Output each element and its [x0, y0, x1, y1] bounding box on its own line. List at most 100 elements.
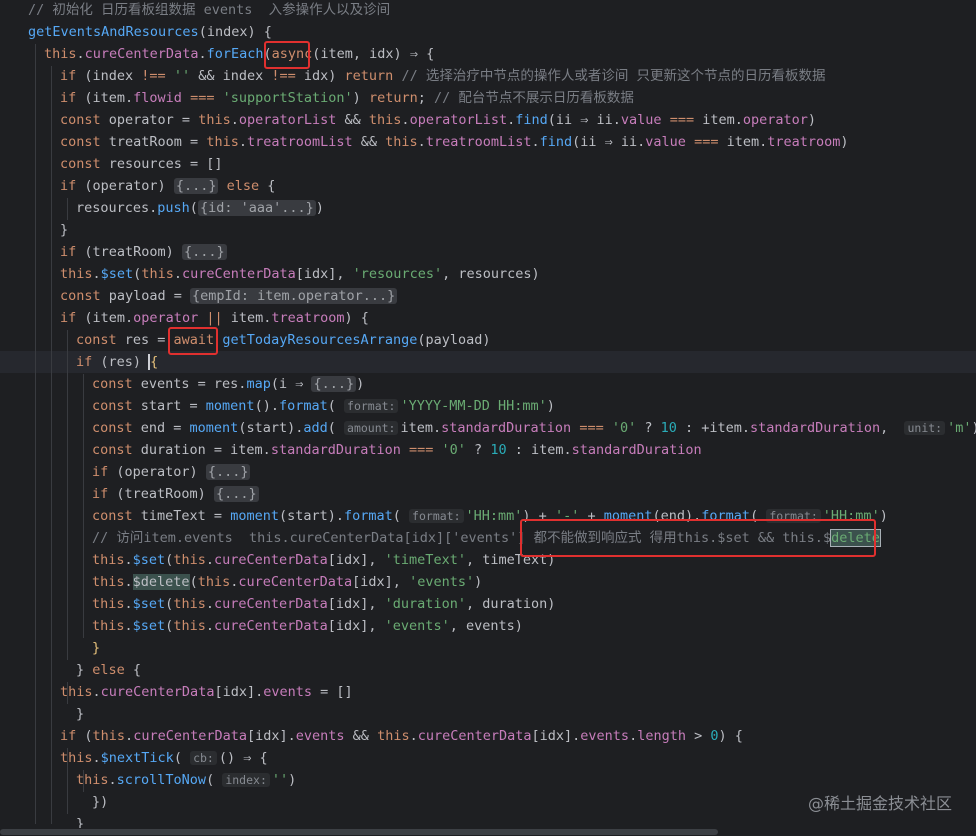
code-line[interactable]: const payload = {empId: item.operator...…: [60, 285, 398, 307]
folded-region[interactable]: {...}: [205, 464, 251, 480]
code-line[interactable]: if (treatRoom) {...}: [92, 483, 259, 505]
code-line[interactable]: this.scrollToNow( index: ''): [76, 769, 296, 791]
keyword-token: const: [76, 332, 117, 348]
code-token: ): [879, 508, 888, 524]
code-line[interactable]: const treatRoom = this.treatroomList && …: [60, 131, 849, 153]
indent-guide: [83, 374, 84, 638]
code-line[interactable]: }): [92, 791, 108, 813]
code-line[interactable]: getEventsAndResources(index) {: [28, 21, 272, 43]
code-line[interactable]: this.$set(this.cureCenterData[idx], 'eve…: [92, 615, 523, 637]
function-token: moment: [205, 398, 255, 414]
code-line[interactable]: const resources = []: [60, 153, 223, 175]
folded-region[interactable]: {...}: [173, 178, 219, 194]
function-token: $set: [132, 552, 166, 568]
code-token: (: [392, 508, 410, 524]
code-line[interactable]: if (operator) {...}: [92, 461, 251, 483]
code-line[interactable]: // 访问item.events this.cureCenterData[idx…: [92, 527, 881, 549]
code-line[interactable]: }: [92, 637, 100, 659]
code-line[interactable]: this.$nextTick( cb:() ⇒ {: [60, 747, 268, 769]
code-line[interactable]: if (item.flowid === 'supportStation') re…: [60, 87, 634, 109]
code-token: && index: [190, 68, 272, 84]
code-line[interactable]: this.$set(this.cureCenterData[idx], 'res…: [60, 263, 540, 285]
string-token: 'supportStation': [222, 90, 353, 106]
matched-brace: }: [92, 640, 101, 656]
keyword-token: if: [92, 464, 109, 480]
horizontal-scrollbar[interactable]: [0, 828, 976, 836]
indent-guide: [51, 66, 52, 824]
code-editor[interactable]: // 初始化 日历看板组数据 events 入参操作人以及诊间 getEvents…: [0, 0, 976, 836]
folded-region[interactable]: {empId: item.operator...}: [190, 288, 398, 304]
code-token: treatRoom =: [100, 134, 207, 150]
property-token: cureCenterData: [213, 552, 328, 568]
keyword-token: this: [377, 728, 410, 744]
property-token: operator: [133, 310, 199, 326]
code-line[interactable]: if (item.operator || item.treatroom) {: [60, 307, 369, 329]
function-token: format: [344, 508, 393, 524]
code-line[interactable]: const events = res.map(i ⇒ {...}): [92, 373, 364, 395]
code-line[interactable]: const end = moment(start).add( amount: it…: [92, 417, 976, 439]
code-token: duration = item.: [132, 442, 271, 458]
code-line[interactable]: this.cureCenterData.forEach(async(item, …: [44, 43, 434, 65]
keyword-token: const: [92, 442, 133, 458]
code-line[interactable]: this.cureCenterData[idx].events = []: [60, 681, 353, 703]
function-token: $set: [100, 266, 134, 282]
code-line[interactable]: this.$delete(this.cureCenterData[idx], '…: [92, 571, 482, 593]
folded-region[interactable]: {...}: [181, 244, 227, 260]
code-token: .: [108, 772, 117, 788]
code-line[interactable]: } else {: [76, 659, 141, 681]
horizontal-scrollbar-thumb[interactable]: [0, 829, 718, 835]
code-line[interactable]: // 初始化 日历看板组数据 events 入参操作人以及诊间: [28, 0, 390, 21]
code-token: .: [409, 728, 418, 744]
code-line[interactable]: const duration = item.standardDuration =…: [92, 439, 702, 461]
keyword-token: ===: [409, 442, 434, 458]
code-token: (res): [92, 354, 150, 370]
code-line[interactable]: if (res) {: [76, 351, 158, 373]
property-token: cureCenterData: [133, 728, 247, 744]
keyword-token: if: [60, 68, 77, 84]
property-token: flowid: [133, 90, 182, 106]
code-token: (item.: [76, 310, 134, 326]
code-line[interactable]: if (index !== '' && index !== idx) retur…: [60, 65, 825, 87]
code-line[interactable]: const start = moment().format( format: 'Y…: [92, 395, 555, 417]
code-line[interactable]: const timeText = moment(start).format( f…: [92, 505, 888, 527]
highlighted-token: $delete: [132, 574, 190, 590]
property-token: events: [263, 684, 313, 700]
keyword-token: this: [92, 552, 125, 568]
code-line[interactable]: const operator = this.operatorList && th…: [60, 109, 816, 131]
code-token: (treatRoom): [76, 244, 182, 260]
code-token: .: [173, 266, 182, 282]
keyword-token: this: [76, 772, 109, 788]
property-token: cureCenterData: [417, 728, 532, 744]
code-token: }: [60, 222, 69, 238]
folded-region[interactable]: {...}: [311, 376, 357, 392]
property-token: cureCenterData: [213, 618, 328, 634]
string-token: '': [173, 68, 191, 84]
keyword-token: this: [385, 134, 418, 150]
code-token: (start).: [238, 420, 304, 436]
function-token: moment: [603, 508, 653, 524]
code-token: >: [686, 728, 711, 744]
property-token: treatroomList: [425, 134, 532, 150]
keyword-token: this: [92, 596, 125, 612]
code-line[interactable]: if (this.cureCenterData[idx].events && t…: [60, 725, 743, 747]
folded-region[interactable]: {id: 'aaa'...}: [197, 200, 316, 216]
code-line[interactable]: }: [76, 703, 84, 725]
code-line[interactable]: this.$set(this.cureCenterData[idx], 'dur…: [92, 593, 555, 615]
number-token: 10: [490, 442, 507, 458]
code-line[interactable]: if (treatRoom) {...}: [60, 241, 227, 263]
code-line[interactable]: resources.push({id: 'aaa'...}): [76, 197, 324, 219]
code-line[interactable]: }: [60, 219, 68, 241]
keyword-token: ===: [579, 420, 604, 436]
code-line[interactable]: const res = await getTodayResourcesArran…: [76, 329, 491, 351]
code-line[interactable]: if (operator) {...} else {: [60, 175, 275, 197]
code-line[interactable]: this.$set(this.cureCenterData[idx], 'tim…: [92, 549, 555, 571]
keyword-token: else: [226, 178, 260, 194]
folded-region[interactable]: {...}: [213, 486, 259, 502]
code-token: , duration): [465, 596, 556, 612]
code-token: &&: [352, 134, 386, 150]
code-token: {: [259, 178, 276, 194]
function-token: push: [157, 200, 190, 216]
